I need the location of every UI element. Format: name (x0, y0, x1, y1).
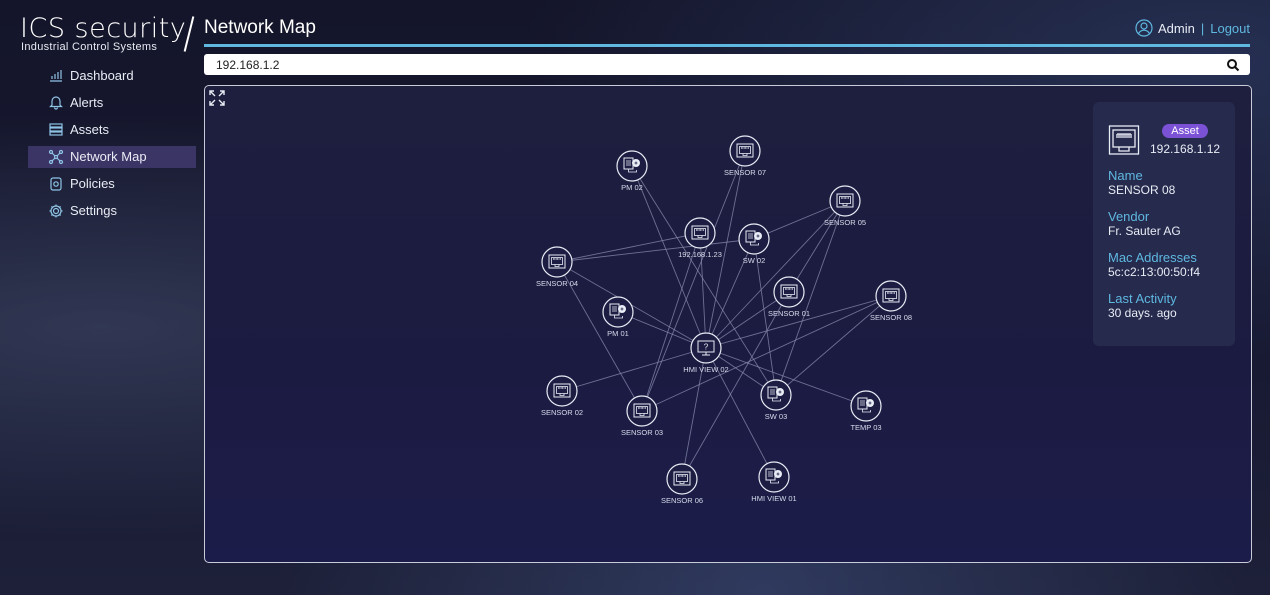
node-circle[interactable] (758, 461, 790, 493)
node-label: TEMP 03 (850, 423, 881, 432)
asset-badge: Asset (1162, 124, 1208, 138)
asset-field-mac: Mac Addresses 5c:c2:13:00:50:f4 (1108, 250, 1200, 280)
field-value: SENSOR 08 (1108, 183, 1176, 197)
chart-icon (47, 66, 65, 84)
shield-icon (47, 175, 65, 193)
network-map-canvas[interactable]: PM 02 SENSOR 07 SENSOR 05 192.168.1.23 SW 02… (204, 85, 1252, 563)
asset-field-last-activity: Last Activity 30 days. ago (1108, 291, 1177, 321)
network-icon (47, 148, 65, 166)
sidebar-item-policies[interactable]: Policies (28, 173, 196, 195)
node-label: SW 03 (765, 412, 788, 421)
user-separator: | (1200, 20, 1205, 36)
node-label: SENSOR 01 (768, 309, 810, 318)
network-node-sensor05[interactable]: SENSOR 05 (824, 185, 866, 227)
node-label: SENSOR 04 (536, 279, 578, 288)
logout-link[interactable]: Logout (1210, 21, 1250, 36)
node-circle[interactable] (541, 246, 573, 278)
sidebar-item-label: Dashboard (70, 67, 134, 83)
network-node-sensor02[interactable]: SENSOR 02 (541, 375, 583, 417)
node-circle[interactable] (666, 463, 698, 495)
node-label: SENSOR 02 (541, 408, 583, 417)
network-node-ip123[interactable]: 192.168.1.23 (678, 217, 722, 259)
node-circle[interactable] (602, 296, 634, 328)
node-circle[interactable] (738, 223, 770, 255)
network-node-pm01[interactable]: PM 01 (602, 296, 634, 338)
asset-field-vendor: Vendor Fr. Sauter AG (1108, 209, 1181, 239)
user-menu: Admin | Logout (1135, 19, 1250, 37)
sidebar-item-label: Network Map (70, 149, 147, 165)
node-circle[interactable] (829, 185, 861, 217)
app-logo: ICS security Industrial Control Systems (20, 13, 195, 58)
network-node-sensor01[interactable]: SENSOR 01 (768, 276, 810, 318)
asset-details-panel: Asset 192.168.1.12 Name SENSOR 08 Vendor… (1093, 102, 1235, 346)
field-value: 30 days. ago (1108, 306, 1177, 320)
sidebar-nav: Dashboard Alerts Assets Network Map Poli… (28, 64, 196, 227)
field-label: Last Activity (1108, 291, 1177, 306)
page-title: Network Map (204, 17, 316, 38)
search-bar (204, 54, 1250, 75)
network-node-sensor03[interactable]: SENSOR 03 (621, 395, 663, 437)
node-label: PM 02 (621, 183, 643, 192)
node-circle[interactable] (773, 276, 805, 308)
field-label: Name (1108, 168, 1143, 183)
node-label: SW 02 (743, 256, 766, 265)
network-node-sensor06[interactable]: SENSOR 06 (661, 463, 703, 505)
node-label: SENSOR 03 (621, 428, 663, 437)
bell-icon (47, 93, 65, 111)
search-icon[interactable] (1226, 58, 1240, 72)
node-label: HMI VIEW 01 (751, 494, 796, 503)
title-underline (204, 44, 1250, 47)
asset-field-name: Name SENSOR 08 (1108, 168, 1175, 198)
node-circle[interactable] (626, 395, 658, 427)
field-value: 5c:c2:13:00:50:f4 (1108, 265, 1201, 279)
sidebar-item-assets[interactable]: Assets (28, 118, 196, 140)
network-node-pm02[interactable]: PM 02 (616, 150, 648, 192)
network-node-sensor08[interactable]: SENSOR 08 (870, 280, 912, 322)
search-input[interactable] (216, 56, 1196, 73)
field-value: Fr. Sauter AG (1108, 224, 1181, 238)
node-circle[interactable] (684, 217, 716, 249)
logo-title: ICS security (20, 13, 187, 44)
field-label: Vendor (1108, 209, 1150, 224)
graph-edge (788, 200, 846, 293)
sidebar-item-label: Assets (70, 121, 110, 137)
logo-subtitle: Industrial Control Systems (21, 41, 158, 53)
node-label: 192.168.1.23 (678, 250, 722, 259)
node-label: HMI VIEW 02 (683, 365, 728, 374)
sidebar-item-label: Alerts (70, 94, 104, 110)
sidebar-item-label: Settings (70, 203, 117, 219)
sidebar-item-alerts[interactable]: Alerts (28, 91, 196, 113)
sidebar-item-settings[interactable]: Settings (28, 200, 196, 222)
node-label: SENSOR 05 (824, 218, 866, 227)
node-circle[interactable] (546, 375, 578, 407)
node-circle[interactable] (850, 390, 882, 422)
assets-icon (47, 120, 65, 138)
network-node-sw02[interactable]: SW 02 (738, 223, 770, 265)
graph-edge (641, 232, 701, 412)
node-circle[interactable] (729, 135, 761, 167)
node-label: PM 01 (607, 329, 629, 338)
network-node-sensor07[interactable]: SENSOR 07 (724, 135, 766, 177)
ethernet-port-icon (1108, 124, 1140, 156)
network-node-temp03[interactable]: TEMP 03 (850, 390, 882, 432)
sidebar-item-label: Policies (70, 176, 115, 192)
sidebar-item-network-map[interactable]: Network Map (28, 145, 196, 168)
node-circle[interactable] (616, 150, 648, 182)
node-label: SENSOR 06 (661, 496, 703, 505)
asset-ip: 192.168.1.12 (1150, 142, 1221, 156)
field-label: Mac Addresses (1108, 250, 1197, 265)
node-circle[interactable] (875, 280, 907, 312)
node-circle[interactable] (760, 379, 792, 411)
node-label: SENSOR 08 (870, 313, 912, 322)
sidebar-item-dashboard[interactable]: Dashboard (28, 64, 196, 86)
network-node-hmi01[interactable]: HMI VIEW 01 (751, 461, 797, 503)
svg-text:?: ? (704, 343, 709, 352)
username[interactable]: Admin (1158, 21, 1195, 36)
gear-icon (47, 202, 65, 220)
network-node-sw03[interactable]: SW 03 (760, 379, 792, 421)
network-node-sensor04[interactable]: SENSOR 04 (536, 246, 578, 288)
user-icon[interactable] (1135, 19, 1153, 37)
node-label: SENSOR 07 (724, 168, 766, 177)
